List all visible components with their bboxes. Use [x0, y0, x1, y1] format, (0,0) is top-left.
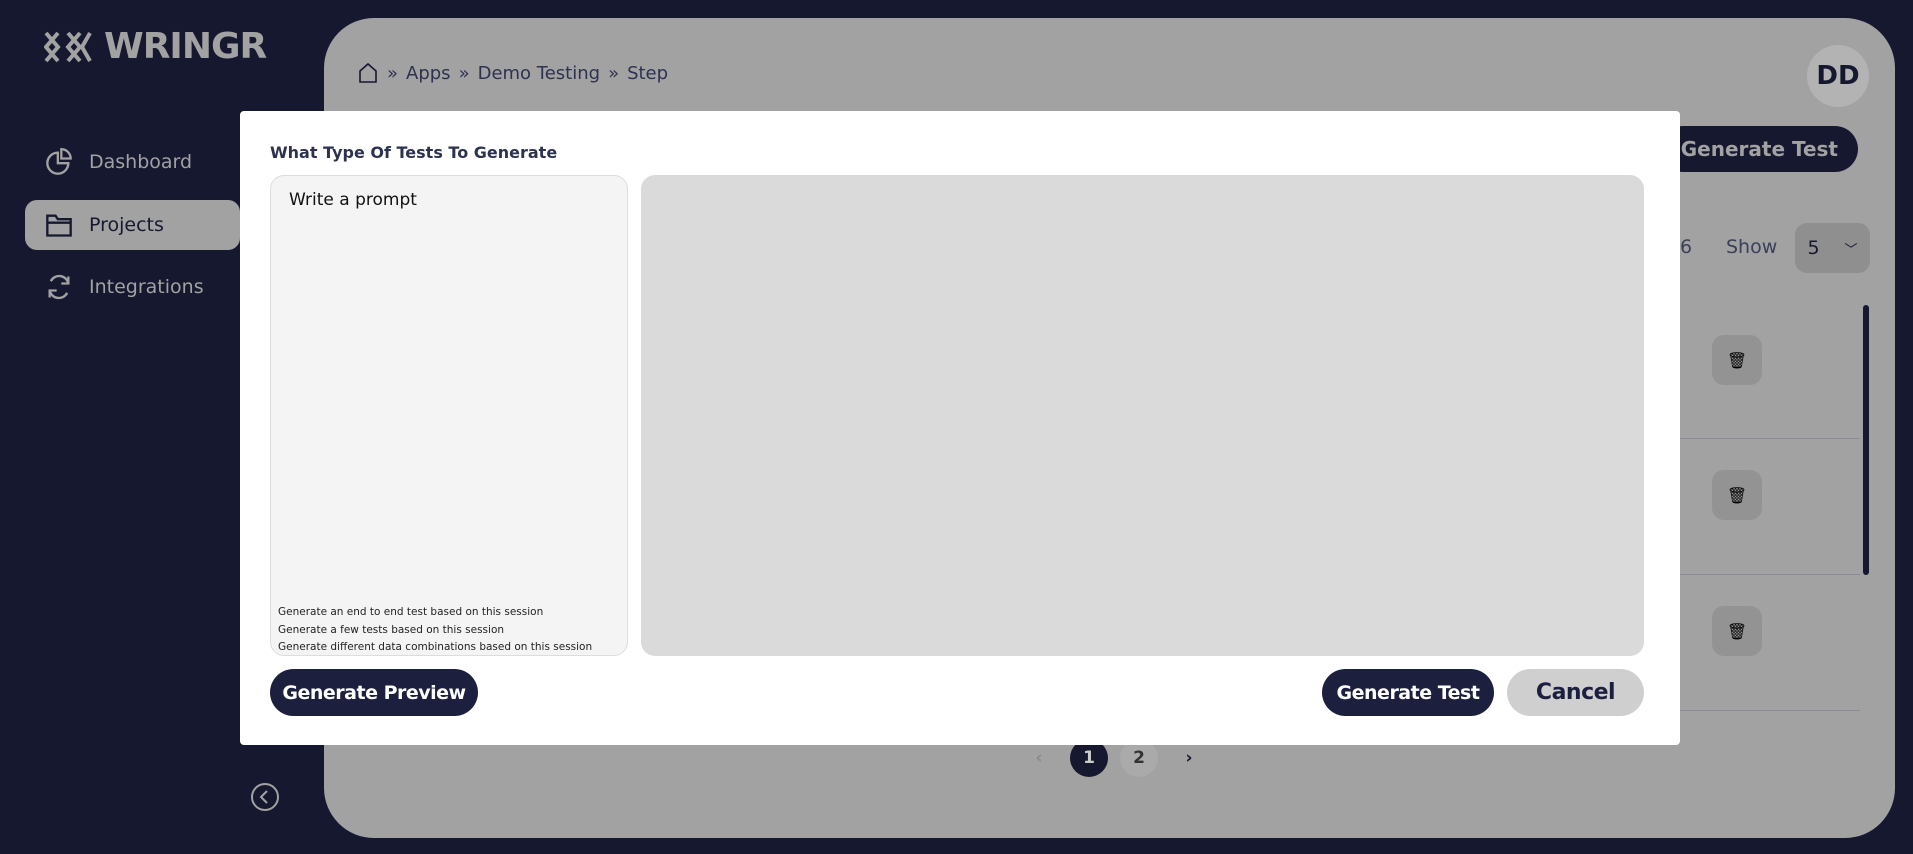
sidebar-item-label: Integrations	[89, 276, 204, 298]
suggestion-end-to-end[interactable]: Generate an end to end test based on thi…	[278, 606, 543, 618]
prompt-box: Generate an end to end test based on thi…	[270, 175, 628, 656]
suggestion-few-tests[interactable]: Generate a few tests based on this sessi…	[278, 624, 504, 636]
avatar[interactable]: DD	[1807, 45, 1869, 107]
home-icon[interactable]	[357, 62, 379, 84]
generate-test-button[interactable]: Generate Test	[1322, 669, 1494, 716]
collapse-sidebar-icon[interactable]	[250, 782, 280, 812]
delete-button[interactable]: 🗑	[1712, 606, 1762, 656]
breadcrumb-step[interactable]: Step	[627, 63, 668, 84]
sidebar-item-dashboard[interactable]: Dashboard	[25, 137, 240, 187]
chevron-down-icon: ﹀	[1844, 242, 1858, 258]
show-label: Show	[1726, 236, 1778, 258]
sidebar-item-projects[interactable]: Projects	[25, 200, 240, 250]
sidebar-item-label: Projects	[89, 214, 164, 236]
wringr-logo-icon	[44, 31, 92, 62]
preview-panel	[641, 175, 1644, 656]
scrollbar[interactable]	[1863, 305, 1869, 575]
sidebar-item-integrations[interactable]: Integrations	[25, 262, 240, 312]
total-count: 6	[1680, 236, 1693, 258]
sidebar-item-label: Dashboard	[89, 151, 193, 173]
chevron-icon: »	[387, 62, 399, 84]
cancel-button[interactable]: Cancel	[1507, 669, 1644, 716]
logo: WRINGR	[44, 26, 267, 67]
pie-chart-icon	[46, 148, 72, 175]
page-size-value: 5	[1807, 237, 1820, 259]
folder-icon	[46, 214, 72, 237]
breadcrumb: » Apps » Demo Testing » Step	[357, 62, 668, 84]
trash-icon: 🗑	[1726, 621, 1748, 641]
chevron-icon: »	[458, 62, 470, 84]
delete-button[interactable]: 🗑	[1712, 470, 1762, 520]
refresh-icon	[48, 274, 70, 300]
generate-tests-modal: What Type Of Tests To Generate Generate …	[240, 111, 1680, 745]
trash-icon: 🗑	[1726, 350, 1748, 370]
breadcrumb-demo-testing[interactable]: Demo Testing	[478, 63, 600, 84]
trash-icon: 🗑	[1726, 485, 1748, 505]
prompt-input[interactable]	[271, 176, 627, 536]
generate-preview-button[interactable]: Generate Preview	[270, 669, 478, 716]
page-size-select[interactable]: 5 ﹀	[1795, 223, 1870, 273]
generate-test-header-button[interactable]: Generate Test	[1660, 126, 1858, 172]
breadcrumb-apps[interactable]: Apps	[406, 63, 451, 84]
suggestion-data-combinations[interactable]: Generate different data combinations bas…	[278, 641, 592, 653]
brand-name: WRINGR	[104, 26, 267, 67]
delete-button[interactable]: 🗑	[1712, 335, 1762, 385]
chevron-icon: »	[608, 62, 620, 84]
modal-title: What Type Of Tests To Generate	[270, 143, 558, 162]
